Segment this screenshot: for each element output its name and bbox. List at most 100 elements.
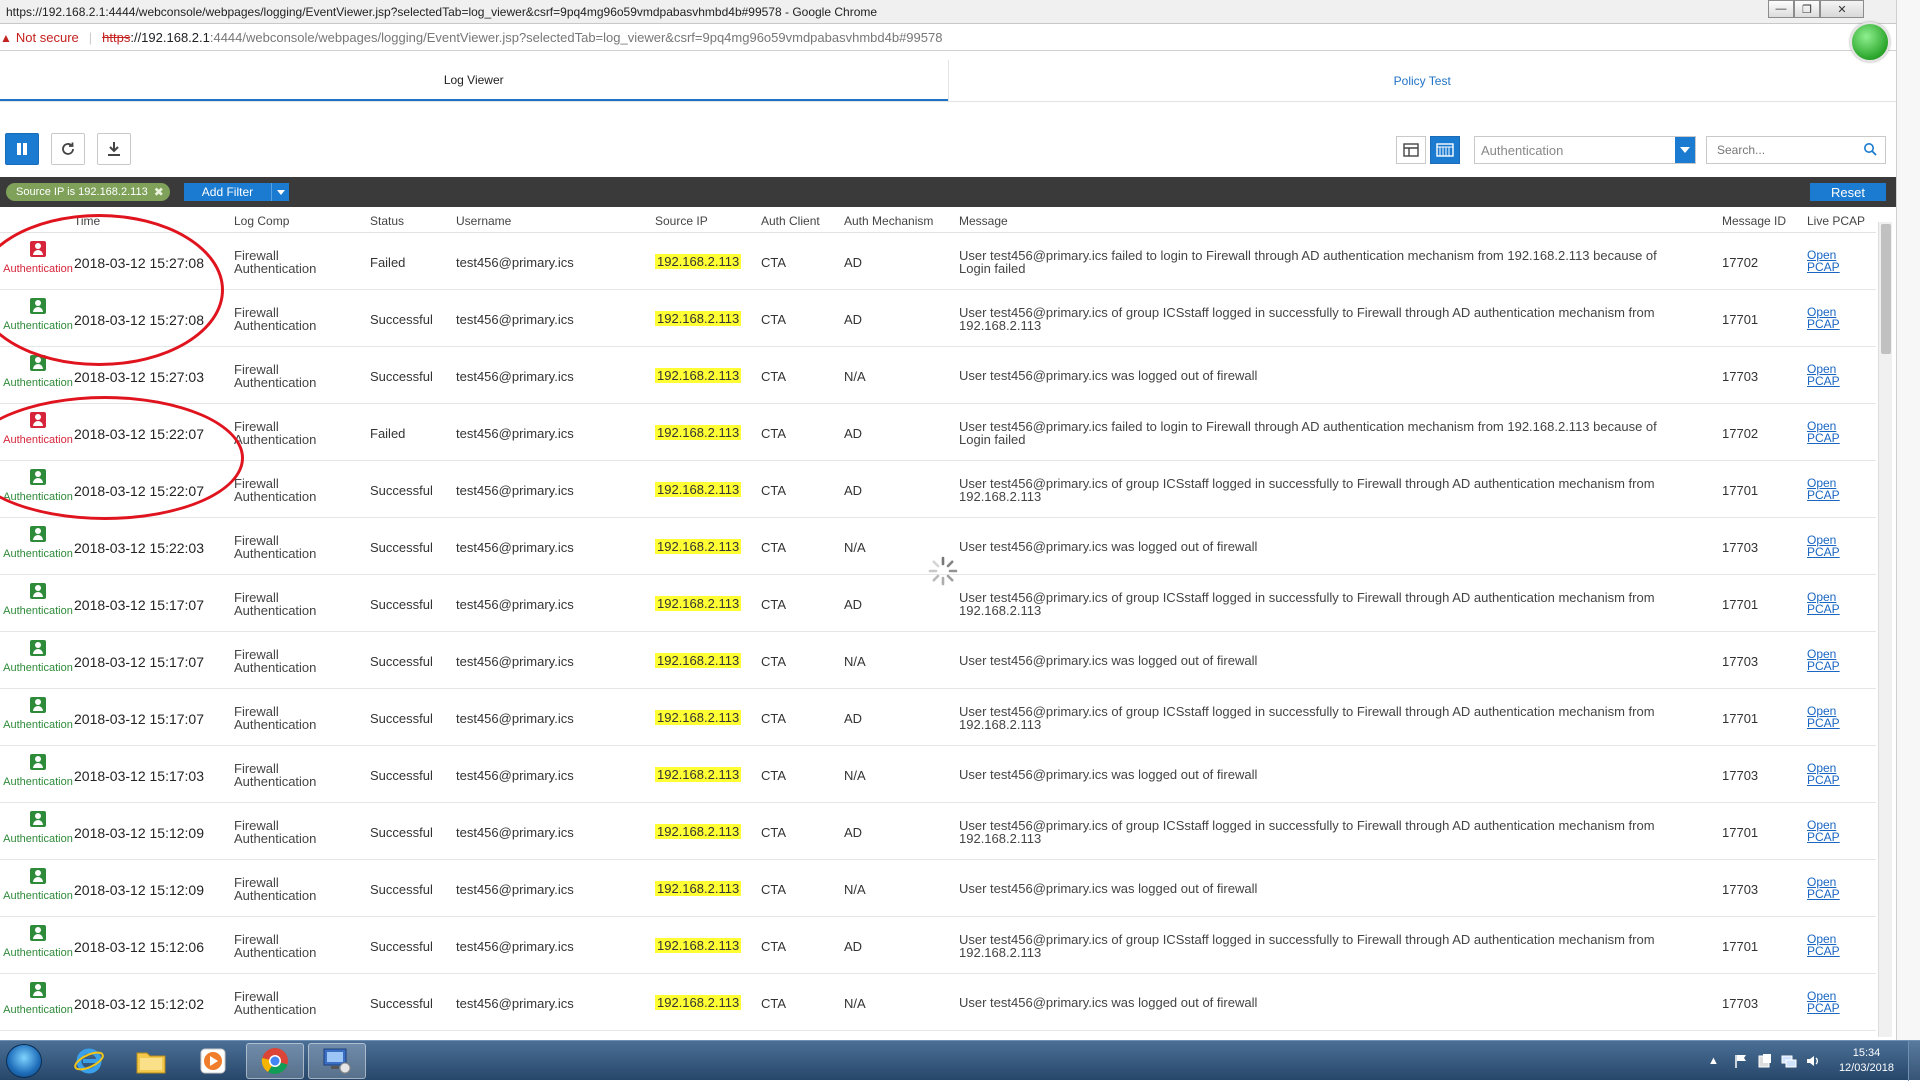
cell-time: 2018-03-12 15:12:09 xyxy=(74,825,204,841)
open-pcap-link[interactable]: Open PCAP xyxy=(1807,762,1840,786)
address-bar[interactable]: ▲ Not secure | https ://192.168.2.1 :444… xyxy=(0,25,1900,51)
action-center-flag-icon[interactable] xyxy=(1733,1053,1749,1069)
cell-username: test456@primary.ics xyxy=(456,768,574,783)
table-row[interactable]: Authentication 2018-03-12 15:12:06 Firewal… xyxy=(0,917,1876,974)
column-header-auth-mechanism[interactable]: Auth Mechanism xyxy=(844,214,933,228)
status-orb-icon[interactable] xyxy=(1850,22,1890,62)
table-row[interactable]: Authentication 2018-03-12 15:12:09 Firewal… xyxy=(0,860,1876,917)
open-pcap-link[interactable]: Open PCAP xyxy=(1807,591,1840,615)
column-header-auth-client[interactable]: Auth Client xyxy=(761,214,820,228)
grid-view-toggle[interactable] xyxy=(1430,136,1460,164)
table-row[interactable]: Authentication 2018-03-12 15:17:03 Firewal… xyxy=(0,746,1876,803)
restore-button[interactable]: ❐ xyxy=(1794,0,1820,18)
show-desktop-button[interactable] xyxy=(1908,1041,1920,1081)
log-type-label: Authentication xyxy=(3,605,73,617)
open-pcap-link[interactable]: Open PCAP xyxy=(1807,249,1840,273)
open-pcap-link[interactable]: Open PCAP xyxy=(1807,933,1840,957)
search-icon[interactable] xyxy=(1863,142,1877,156)
cell-log-comp-line2: Authentication xyxy=(234,774,317,789)
log-type-label: Authentication xyxy=(3,719,73,731)
download-button[interactable] xyxy=(97,133,131,165)
cell-log-comp: Firewall Authentication xyxy=(234,705,344,731)
open-pcap-link[interactable]: Open PCAP xyxy=(1807,306,1840,330)
open-pcap-link[interactable]: Open PCAP xyxy=(1807,477,1840,501)
open-pcap-link[interactable]: Open PCAP xyxy=(1807,990,1840,1014)
cell-auth-client: CTA xyxy=(761,369,787,384)
open-pcap-link[interactable]: Open PCAP xyxy=(1807,876,1840,900)
network-icon[interactable] xyxy=(1781,1053,1797,1069)
volume-icon[interactable] xyxy=(1805,1053,1821,1069)
cell-auth-mechanism: N/A xyxy=(844,654,866,669)
taskbar-media-player[interactable] xyxy=(184,1043,242,1079)
scrollbar-thumb[interactable] xyxy=(1881,224,1891,354)
user-success-icon xyxy=(30,697,46,713)
pause-button[interactable] xyxy=(5,133,39,165)
window-title: https://192.168.2.1:4444/webconsole/webp… xyxy=(6,4,878,19)
table-row[interactable]: Authentication 2018-03-12 15:27:08 Firewal… xyxy=(0,290,1876,347)
column-header-status[interactable]: Status xyxy=(370,214,404,228)
clock-date: 12/03/2018 xyxy=(1838,1062,1894,1074)
open-pcap-link[interactable]: Open PCAP xyxy=(1807,705,1840,729)
tab-log-viewer[interactable]: Log Viewer xyxy=(0,60,948,101)
detail-view-toggle[interactable] xyxy=(1396,136,1426,164)
table-row[interactable]: Authentication 2018-03-12 15:22:07 Firewal… xyxy=(0,461,1876,518)
minimize-button[interactable]: — xyxy=(1768,0,1794,18)
cell-log-comp-line2: Authentication xyxy=(234,375,317,390)
cell-auth-client: CTA xyxy=(761,768,787,783)
show-hidden-icons-icon[interactable]: ▲ xyxy=(1708,1055,1719,1067)
system-clock[interactable]: 15:34 12/03/2018 xyxy=(1823,1046,1908,1076)
taskbar-explorer[interactable] xyxy=(122,1043,180,1079)
log-table: Time Log Comp Status Username Source IP … xyxy=(0,207,1876,1037)
add-filter-button[interactable]: Add Filter xyxy=(183,183,290,201)
pcap-link-line2: PCAP xyxy=(1807,374,1840,388)
close-window-button[interactable]: ✕ xyxy=(1820,0,1864,18)
open-pcap-link[interactable]: Open PCAP xyxy=(1807,363,1840,387)
cell-username: test456@primary.ics xyxy=(456,426,574,441)
column-header-username[interactable]: Username xyxy=(456,214,511,228)
column-header-source-ip[interactable]: Source IP xyxy=(655,214,708,228)
devices-icon[interactable] xyxy=(1757,1053,1773,1069)
table-row[interactable]: Authentication 2018-03-12 15:27:08 Firewal… xyxy=(0,233,1876,290)
cell-status: Successful xyxy=(370,483,433,498)
log-category-select[interactable]: Authentication xyxy=(1474,136,1696,164)
start-button[interactable] xyxy=(6,1044,42,1078)
chevron-down-icon[interactable] xyxy=(1675,137,1695,163)
column-header-message-id[interactable]: Message ID xyxy=(1722,214,1786,228)
cell-log-comp: Firewall Authentication xyxy=(234,990,344,1016)
table-row[interactable]: Authentication 2018-03-12 15:12:02 Firewal… xyxy=(0,974,1876,1031)
restore-icon: ❐ xyxy=(1802,3,1812,16)
refresh-button[interactable] xyxy=(51,133,85,165)
log-type-label: Authentication xyxy=(3,662,73,674)
table-row[interactable]: Authentication 2018-03-12 15:12:09 Firewal… xyxy=(0,803,1876,860)
filter-chip-source-ip[interactable]: Source IP is 192.168.2.113 ✖ xyxy=(6,183,170,201)
table-row[interactable]: Authentication 2018-03-12 15:17:07 Firewal… xyxy=(0,689,1876,746)
taskbar-ie[interactable] xyxy=(60,1043,118,1079)
column-header-log-comp[interactable]: Log Comp xyxy=(234,214,289,228)
open-pcap-link[interactable]: Open PCAP xyxy=(1807,420,1840,444)
table-row[interactable]: Authentication 2018-03-12 15:17:07 Firewal… xyxy=(0,632,1876,689)
search-input[interactable]: Search... xyxy=(1706,136,1886,164)
remove-filter-icon[interactable]: ✖ xyxy=(154,185,164,199)
open-pcap-link[interactable]: Open PCAP xyxy=(1807,648,1840,672)
cell-username: test456@primary.ics xyxy=(456,654,574,669)
cell-username: test456@primary.ics xyxy=(456,369,574,384)
add-filter-dropdown-icon[interactable] xyxy=(271,183,289,201)
taskbar-remote-desktop[interactable] xyxy=(308,1043,366,1079)
reset-button[interactable]: Reset xyxy=(1810,183,1886,201)
pcap-link-line2: PCAP xyxy=(1807,716,1840,730)
cell-time: 2018-03-12 15:17:07 xyxy=(74,597,204,613)
table-scrollbar[interactable] xyxy=(1878,222,1892,1037)
table-row[interactable]: Authentication 2018-03-12 15:22:07 Firewal… xyxy=(0,404,1876,461)
column-header-message[interactable]: Message xyxy=(959,214,1008,228)
cell-status: Failed xyxy=(370,255,406,270)
column-header-live-pcap[interactable]: Live PCAP xyxy=(1807,214,1865,228)
cell-username: test456@primary.ics xyxy=(456,483,574,498)
taskbar-chrome[interactable] xyxy=(246,1043,304,1079)
table-row[interactable]: Authentication 2018-03-12 15:27:03 Firewal… xyxy=(0,347,1876,404)
tab-policy-test[interactable]: Policy Test xyxy=(947,60,1897,101)
open-pcap-link[interactable]: Open PCAP xyxy=(1807,534,1840,558)
tab-bar: Log Viewer Policy Test xyxy=(0,60,1896,102)
cell-log-comp: Firewall Authentication xyxy=(234,249,344,275)
open-pcap-link[interactable]: Open PCAP xyxy=(1807,819,1840,843)
security-indicator[interactable]: ▲ Not secure xyxy=(0,30,79,45)
